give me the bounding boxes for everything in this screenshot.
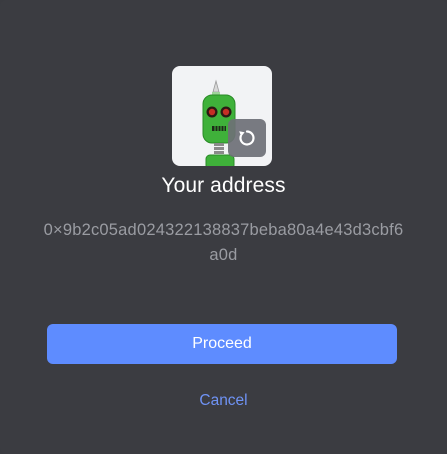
proceed-button[interactable]: Proceed xyxy=(47,324,397,364)
wallet-address: 0×9b2c05ad024322138837beba80a4e43d3cbf6a… xyxy=(43,221,404,264)
refresh-icon xyxy=(239,130,255,146)
cancel-link[interactable]: Cancel xyxy=(0,392,447,410)
regenerate-avatar-button[interactable] xyxy=(228,119,266,157)
dialog-title: Your address xyxy=(161,174,286,197)
address-dialog: Your address 0×9b2c05ad024322138837beba8… xyxy=(0,0,447,454)
